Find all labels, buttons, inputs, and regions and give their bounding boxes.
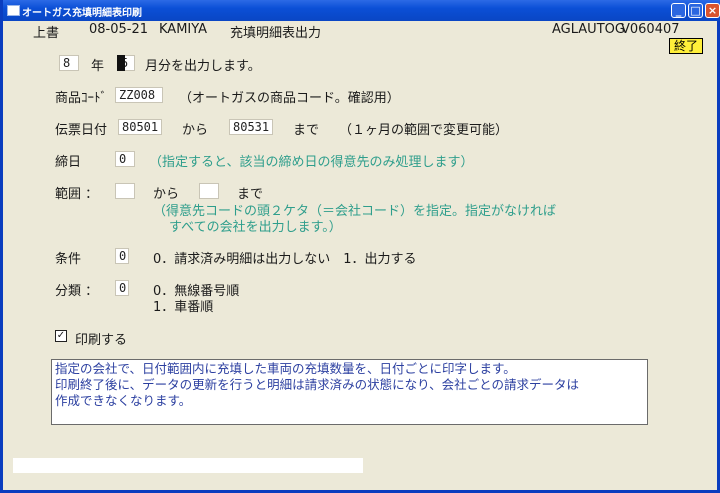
info-message-line3: 作成できなくなります。 bbox=[55, 393, 192, 408]
version-label: V060407 bbox=[621, 22, 680, 37]
condition-options: 0．請求済み明細は出力しない 1．出力する bbox=[153, 252, 417, 267]
window-title: オートガス充填明細表印刷 bbox=[22, 8, 142, 19]
date-from-input[interactable]: 80501 bbox=[118, 119, 162, 135]
year-label: 年 bbox=[91, 59, 105, 74]
mode-label: 上書 bbox=[33, 26, 60, 41]
range-note-line2: すべての会社を出力します。） bbox=[169, 220, 342, 235]
title-bar[interactable]: オートガス充填明細表印刷 _ □ × bbox=[3, 0, 720, 21]
app-icon bbox=[7, 5, 20, 16]
close-icon: × bbox=[707, 4, 718, 17]
info-message-line2: 印刷終了後に、データの更新を行うと明細は請求済みの状態になり、会社ごとの請求デー… bbox=[55, 377, 580, 392]
classification-label: 分類 ： bbox=[55, 284, 99, 299]
condition-input[interactable]: 0 bbox=[115, 248, 129, 264]
classification-input[interactable]: 0 bbox=[115, 280, 129, 296]
closing-day-input[interactable]: 0 bbox=[115, 151, 135, 167]
minimize-button[interactable]: _ bbox=[671, 3, 686, 18]
print-checkbox[interactable]: ✓ bbox=[55, 330, 67, 342]
range-from-input[interactable] bbox=[115, 183, 135, 199]
end-button[interactable]: 終了 bbox=[669, 38, 703, 54]
range-label: 範囲 ： bbox=[55, 187, 99, 202]
print-checkbox-label[interactable]: 印刷する bbox=[75, 329, 127, 348]
program-id: AGLAUTOG bbox=[552, 22, 625, 37]
classification-option-2: 1．車番順 bbox=[153, 300, 214, 315]
product-code-label: 商品ｺｰﾄﾞ bbox=[55, 91, 108, 106]
status-bar bbox=[13, 458, 363, 473]
info-message-box: 指定の会社で、日付範囲内に充填した車両の充填数量を、日付ごとに印字します。 印刷… bbox=[51, 359, 648, 425]
output-month-text: 月分を出力します。 bbox=[145, 59, 261, 74]
product-code-note: （オートガスの商品コード。確認用） bbox=[179, 91, 400, 106]
product-code-input[interactable]: ZZ008 bbox=[115, 87, 163, 103]
header-user: KAMIYA bbox=[159, 22, 208, 37]
date-range-note: （１ヶ月の範囲で変更可能） bbox=[339, 123, 509, 138]
text-cursor bbox=[117, 55, 125, 71]
closing-day-label: 締日 bbox=[55, 155, 82, 170]
date-to-input[interactable]: 80531 bbox=[229, 119, 273, 135]
info-message-line1: 指定の会社で、日付範囲内に充填した車両の充填数量を、日付ごとに印字します。 bbox=[55, 361, 516, 376]
application-window: オートガス充填明細表印刷 _ □ × 上書 08-05-21 KAMIYA 充填… bbox=[0, 0, 720, 493]
condition-label: 条件 bbox=[55, 252, 82, 267]
range-to-input[interactable] bbox=[199, 183, 219, 199]
screen-title: 充填明細表出力 bbox=[230, 26, 322, 41]
header-date: 08-05-21 bbox=[89, 22, 149, 37]
year-input[interactable]: 8 bbox=[59, 55, 79, 71]
slip-date-label: 伝票日付 bbox=[55, 123, 108, 138]
maximize-icon: □ bbox=[690, 4, 701, 17]
close-button[interactable]: × bbox=[705, 3, 720, 18]
maximize-button[interactable]: □ bbox=[688, 3, 703, 18]
date-from-label: から bbox=[182, 123, 209, 138]
minimize-icon: _ bbox=[675, 4, 682, 17]
date-to-label: まで bbox=[293, 123, 320, 138]
closing-day-note: （指定すると、該当の締め日の得意先のみ処理します） bbox=[149, 155, 474, 170]
